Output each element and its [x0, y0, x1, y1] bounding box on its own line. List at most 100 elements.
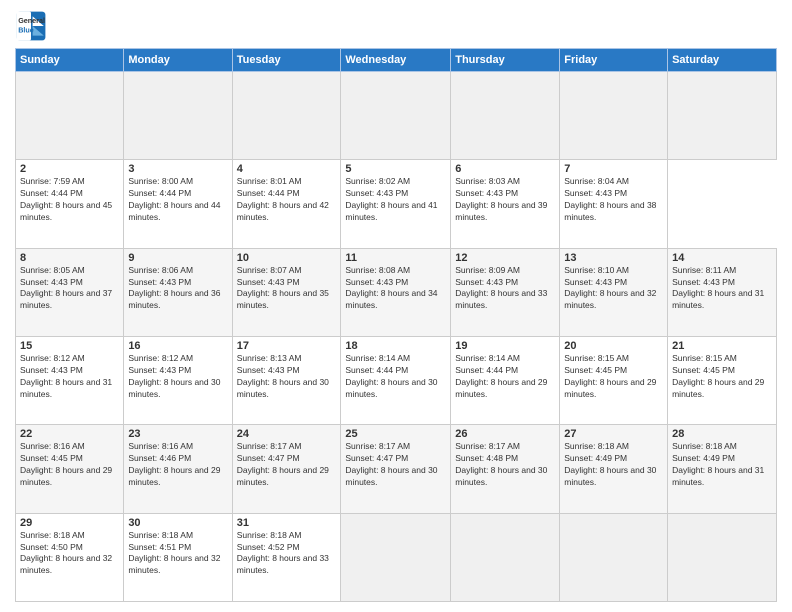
sunrise-label: Sunrise: 8:17 AM: [237, 441, 302, 451]
day-number: 7: [564, 163, 663, 175]
sunset-label: Sunset: 4:49 PM: [564, 453, 627, 463]
daylight-label: Daylight: 8 hours and 38 minutes.: [564, 200, 656, 222]
logo: General Blue: [15, 10, 47, 42]
calendar-day-cell: 3 Sunrise: 8:00 AM Sunset: 4:44 PM Dayli…: [124, 160, 232, 248]
day-of-week-header: Monday: [124, 49, 232, 72]
daylight-label: Daylight: 8 hours and 30 minutes.: [564, 465, 656, 487]
day-of-week-header: Saturday: [668, 49, 777, 72]
sunrise-label: Sunrise: 8:11 AM: [672, 265, 736, 275]
sunrise-label: Sunrise: 7:59 AM: [20, 176, 85, 186]
day-number: 11: [345, 252, 446, 264]
sunset-label: Sunset: 4:43 PM: [128, 365, 191, 375]
day-of-week-header: Thursday: [451, 49, 560, 72]
daylight-label: Daylight: 8 hours and 29 minutes.: [128, 465, 220, 487]
sunset-label: Sunset: 4:43 PM: [564, 188, 627, 198]
sunset-label: Sunset: 4:43 PM: [237, 277, 300, 287]
daylight-label: Daylight: 8 hours and 33 minutes.: [455, 288, 547, 310]
day-info: Sunrise: 8:01 AM Sunset: 4:44 PM Dayligh…: [237, 176, 337, 224]
calendar-day-cell: [232, 72, 341, 160]
daylight-label: Daylight: 8 hours and 29 minutes.: [672, 377, 764, 399]
calendar-day-cell: 14 Sunrise: 8:11 AM Sunset: 4:43 PM Dayl…: [668, 248, 777, 336]
daylight-label: Daylight: 8 hours and 29 minutes.: [455, 377, 547, 399]
day-number: 10: [237, 252, 337, 264]
sunset-label: Sunset: 4:43 PM: [128, 277, 191, 287]
calendar-day-cell: [560, 72, 668, 160]
calendar-day-cell: 11 Sunrise: 8:08 AM Sunset: 4:43 PM Dayl…: [341, 248, 451, 336]
calendar-week-row: 22 Sunrise: 8:16 AM Sunset: 4:45 PM Dayl…: [16, 425, 777, 513]
calendar-day-cell: 8 Sunrise: 8:05 AM Sunset: 4:43 PM Dayli…: [16, 248, 124, 336]
sunrise-label: Sunrise: 8:03 AM: [455, 176, 520, 186]
day-number: 28: [672, 428, 772, 440]
daylight-label: Daylight: 8 hours and 41 minutes.: [345, 200, 437, 222]
daylight-label: Daylight: 8 hours and 42 minutes.: [237, 200, 329, 222]
daylight-label: Daylight: 8 hours and 30 minutes.: [128, 377, 220, 399]
sunset-label: Sunset: 4:50 PM: [20, 542, 83, 552]
sunset-label: Sunset: 4:43 PM: [672, 277, 735, 287]
sunrise-label: Sunrise: 8:04 AM: [564, 176, 629, 186]
day-number: 15: [20, 340, 119, 352]
calendar-table: SundayMondayTuesdayWednesdayThursdayFrid…: [15, 48, 777, 602]
daylight-label: Daylight: 8 hours and 35 minutes.: [237, 288, 329, 310]
sunset-label: Sunset: 4:44 PM: [345, 365, 408, 375]
sunset-label: Sunset: 4:45 PM: [20, 453, 83, 463]
daylight-label: Daylight: 8 hours and 31 minutes.: [20, 377, 112, 399]
day-info: Sunrise: 8:05 AM Sunset: 4:43 PM Dayligh…: [20, 265, 119, 313]
daylight-label: Daylight: 8 hours and 30 minutes.: [455, 465, 547, 487]
sunset-label: Sunset: 4:49 PM: [672, 453, 735, 463]
sunset-label: Sunset: 4:43 PM: [564, 277, 627, 287]
sunset-label: Sunset: 4:51 PM: [128, 542, 191, 552]
logo-icon: General Blue: [15, 10, 47, 42]
calendar-day-cell: 23 Sunrise: 8:16 AM Sunset: 4:46 PM Dayl…: [124, 425, 232, 513]
calendar-day-cell: 12 Sunrise: 8:09 AM Sunset: 4:43 PM Dayl…: [451, 248, 560, 336]
day-number: 5: [345, 163, 446, 175]
daylight-label: Daylight: 8 hours and 32 minutes.: [564, 288, 656, 310]
day-number: 6: [455, 163, 555, 175]
sunrise-label: Sunrise: 8:15 AM: [564, 353, 629, 363]
calendar-day-cell: [16, 72, 124, 160]
daylight-label: Daylight: 8 hours and 33 minutes.: [237, 553, 329, 575]
day-info: Sunrise: 8:18 AM Sunset: 4:52 PM Dayligh…: [237, 530, 337, 578]
day-number: 16: [128, 340, 227, 352]
calendar-week-row: 15 Sunrise: 8:12 AM Sunset: 4:43 PM Dayl…: [16, 336, 777, 424]
calendar-day-cell: 6 Sunrise: 8:03 AM Sunset: 4:43 PM Dayli…: [451, 160, 560, 248]
calendar-day-cell: 15 Sunrise: 8:12 AM Sunset: 4:43 PM Dayl…: [16, 336, 124, 424]
sunset-label: Sunset: 4:43 PM: [345, 188, 408, 198]
day-number: 27: [564, 428, 663, 440]
day-number: 18: [345, 340, 446, 352]
day-number: 13: [564, 252, 663, 264]
calendar-day-cell: 5 Sunrise: 8:02 AM Sunset: 4:43 PM Dayli…: [341, 160, 451, 248]
sunset-label: Sunset: 4:43 PM: [455, 188, 518, 198]
day-number: 20: [564, 340, 663, 352]
day-info: Sunrise: 8:10 AM Sunset: 4:43 PM Dayligh…: [564, 265, 663, 313]
sunset-label: Sunset: 4:45 PM: [564, 365, 627, 375]
day-number: 26: [455, 428, 555, 440]
sunset-label: Sunset: 4:43 PM: [20, 365, 83, 375]
sunrise-label: Sunrise: 8:18 AM: [672, 441, 737, 451]
day-info: Sunrise: 8:17 AM Sunset: 4:47 PM Dayligh…: [345, 441, 446, 489]
daylight-label: Daylight: 8 hours and 34 minutes.: [345, 288, 437, 310]
day-number: 25: [345, 428, 446, 440]
sunrise-label: Sunrise: 8:01 AM: [237, 176, 302, 186]
daylight-label: Daylight: 8 hours and 29 minutes.: [20, 465, 112, 487]
calendar-day-cell: 22 Sunrise: 8:16 AM Sunset: 4:45 PM Dayl…: [16, 425, 124, 513]
calendar-day-cell: 31 Sunrise: 8:18 AM Sunset: 4:52 PM Dayl…: [232, 513, 341, 601]
sunrise-label: Sunrise: 8:12 AM: [128, 353, 193, 363]
daylight-label: Daylight: 8 hours and 45 minutes.: [20, 200, 112, 222]
daylight-label: Daylight: 8 hours and 32 minutes.: [20, 553, 112, 575]
day-info: Sunrise: 8:04 AM Sunset: 4:43 PM Dayligh…: [564, 176, 663, 224]
sunrise-label: Sunrise: 8:18 AM: [128, 530, 193, 540]
sunrise-label: Sunrise: 8:06 AM: [128, 265, 193, 275]
calendar-day-cell: 16 Sunrise: 8:12 AM Sunset: 4:43 PM Dayl…: [124, 336, 232, 424]
day-info: Sunrise: 8:18 AM Sunset: 4:49 PM Dayligh…: [672, 441, 772, 489]
calendar-day-cell: 17 Sunrise: 8:13 AM Sunset: 4:43 PM Dayl…: [232, 336, 341, 424]
calendar-day-cell: 13 Sunrise: 8:10 AM Sunset: 4:43 PM Dayl…: [560, 248, 668, 336]
day-info: Sunrise: 8:06 AM Sunset: 4:43 PM Dayligh…: [128, 265, 227, 313]
calendar-day-cell: 9 Sunrise: 8:06 AM Sunset: 4:43 PM Dayli…: [124, 248, 232, 336]
day-number: 2: [20, 163, 119, 175]
daylight-label: Daylight: 8 hours and 44 minutes.: [128, 200, 220, 222]
sunset-label: Sunset: 4:43 PM: [237, 365, 300, 375]
calendar-day-cell: [451, 72, 560, 160]
calendar-week-row: 8 Sunrise: 8:05 AM Sunset: 4:43 PM Dayli…: [16, 248, 777, 336]
day-info: Sunrise: 8:16 AM Sunset: 4:45 PM Dayligh…: [20, 441, 119, 489]
calendar-day-cell: [560, 513, 668, 601]
